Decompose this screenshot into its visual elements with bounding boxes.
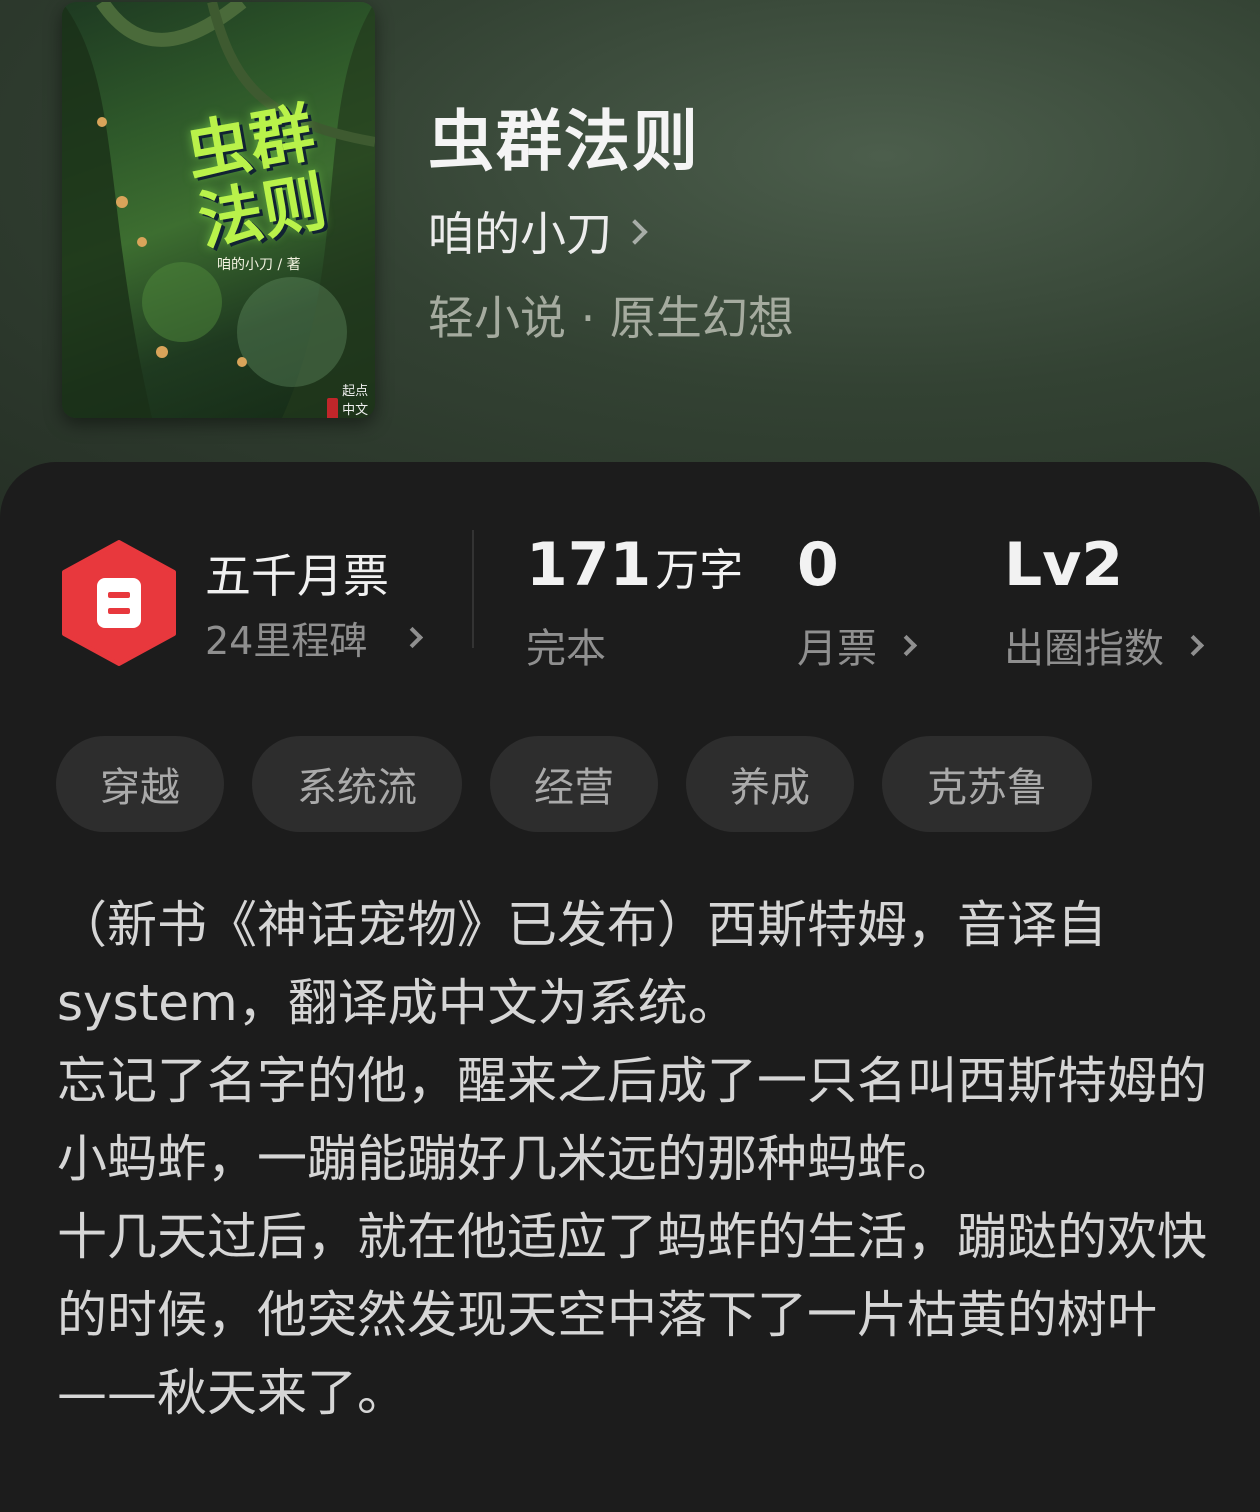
tag-chip[interactable]: 系统流 [252,736,462,832]
book-title: 虫群法则 [428,103,700,180]
description-paragraph: （新书《神话宠物》已发布）西斯特姆，音译自system，翻译成中文为系统。 [57,896,1107,1032]
description-paragraph: 忘记了名字的他，醒来之后成了一只名叫西斯特姆的小蚂蚱，一蹦能蹦好几米远的那种蚂蚱… [57,1052,1207,1188]
badge-subtitle: 24里程碑 [205,619,368,663]
tag-chip[interactable]: 经营 [490,736,658,832]
chevron-right-icon [402,626,424,649]
publisher-logo-icon [327,397,339,418]
cover-title: 虫群 法则 [180,95,333,261]
badge-milestone-link[interactable]: 24里程碑 [205,610,424,665]
chevron-right-icon [895,634,918,656]
popularity-index-link[interactable]: 出圈指数 [1004,616,1205,674]
cover-publisher: 起点中文网 [327,380,375,418]
book-genre: 轻小说 · 原生幻想 [428,291,794,345]
monthly-ticket-value: 0 [797,530,839,600]
chevron-right-icon [622,219,648,245]
description-paragraph: ——秋天来了。 [57,1364,407,1422]
chevron-right-icon [1182,634,1205,656]
popularity-index-value: Lv2 [1004,530,1124,600]
monthly-ticket-link[interactable]: 月票 [797,616,918,674]
book-cover[interactable]: 虫群 法则 咱的小刀 / 著 起点中文网 [62,2,375,418]
tag-chip[interactable]: 穿越 [56,736,224,832]
badge-title[interactable]: 五千月票 [205,540,389,606]
description-paragraph: 十几天过后，就在他适应了蚂蚱的生活，蹦跶的欢快的时候，他突然发现天空中落下了一片… [57,1208,1207,1344]
status-label: 完本 [526,626,606,672]
author-link[interactable]: 咱的小刀 [428,198,648,264]
book-header: 虫群 法则 咱的小刀 / 著 起点中文网 虫群法则 咱的小刀 轻小说 · 原生幻… [0,0,1260,520]
ticket-icon[interactable] [60,540,178,666]
tag-list: 穿越 系统流 经营 养成 克苏鲁 [56,736,1092,832]
tag-chip[interactable]: 克苏鲁 [882,736,1092,832]
cover-byline: 咱的小刀 / 著 [217,257,301,273]
word-count-value: 171万字 [526,530,744,600]
book-description[interactable]: （新书《神话宠物》已发布）西斯特姆，音译自system，翻译成中文为系统。 忘记… [57,886,1207,1432]
author-name: 咱的小刀 [428,207,612,261]
tag-chip[interactable]: 养成 [686,736,854,832]
divider [472,530,474,648]
